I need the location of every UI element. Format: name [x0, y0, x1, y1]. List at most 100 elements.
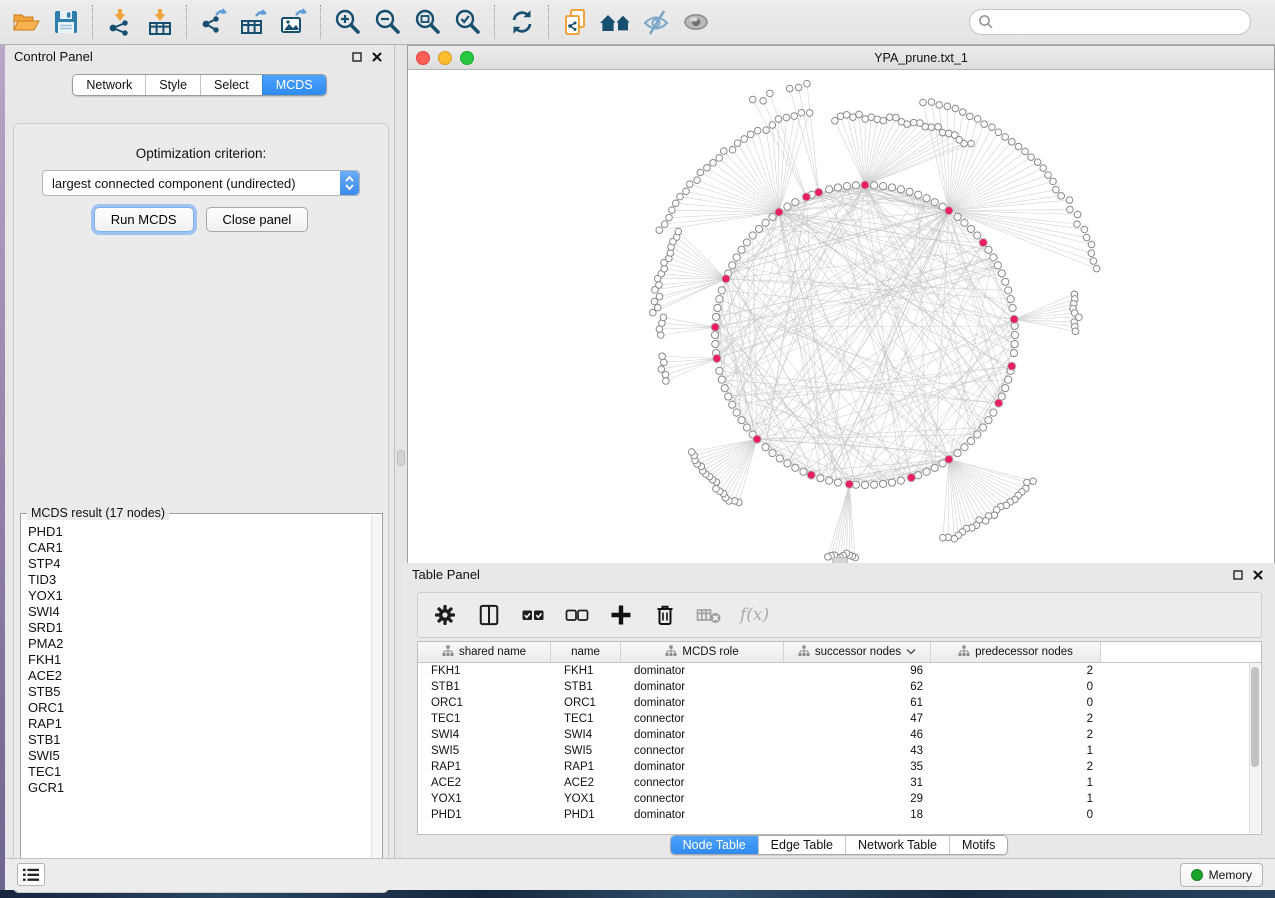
- network-node[interactable]: [694, 177, 701, 184]
- network-node[interactable]: [747, 131, 754, 138]
- export-network-icon[interactable]: [194, 2, 234, 42]
- network-node[interactable]: [1034, 159, 1041, 166]
- network-node[interactable]: [1083, 234, 1090, 241]
- network-node[interactable]: [952, 105, 959, 112]
- delete-table-icon[interactable]: [696, 602, 722, 628]
- network-node[interactable]: [791, 113, 798, 120]
- network-node[interactable]: [967, 113, 974, 120]
- network-node[interactable]: [989, 124, 996, 131]
- network-node[interactable]: [1066, 197, 1073, 204]
- mcds-dominator-node[interactable]: [807, 471, 815, 479]
- network-node[interactable]: [979, 424, 986, 431]
- network-node[interactable]: [1028, 154, 1035, 161]
- network-node[interactable]: [935, 124, 942, 131]
- mcds-dominator-node[interactable]: [995, 399, 1003, 407]
- network-node[interactable]: [1088, 250, 1095, 257]
- mcds-result-item[interactable]: SRD1: [28, 620, 372, 636]
- network-node[interactable]: [741, 136, 748, 143]
- network-node[interactable]: [710, 160, 717, 167]
- network-node[interactable]: [931, 464, 938, 471]
- mcds-dominator-node[interactable]: [945, 455, 953, 463]
- network-node[interactable]: [784, 203, 791, 210]
- network-node[interactable]: [763, 127, 770, 134]
- network-node[interactable]: [1081, 226, 1088, 233]
- table-scrollbar[interactable]: [1249, 663, 1260, 833]
- network-node[interactable]: [804, 80, 811, 87]
- mcds-result-item[interactable]: YOX1: [28, 588, 372, 604]
- table-row[interactable]: ACE2ACE2connector311: [418, 775, 1261, 791]
- network-node[interactable]: [974, 431, 981, 438]
- mcds-result-item[interactable]: TID3: [28, 572, 372, 588]
- network-node[interactable]: [657, 332, 664, 339]
- network-node[interactable]: [1058, 193, 1065, 200]
- network-node[interactable]: [994, 262, 1001, 269]
- network-node[interactable]: [649, 309, 656, 316]
- import-network-icon[interactable]: [100, 2, 140, 42]
- network-node[interactable]: [936, 102, 943, 109]
- function-builder-icon[interactable]: f(x): [740, 605, 769, 625]
- network-node[interactable]: [995, 129, 1002, 136]
- mcds-result-item[interactable]: TEC1: [28, 764, 372, 780]
- network-node[interactable]: [767, 90, 774, 97]
- network-node[interactable]: [776, 455, 783, 462]
- network-node[interactable]: [697, 169, 704, 176]
- zoom-selected-icon[interactable]: [448, 2, 488, 42]
- network-node[interactable]: [721, 385, 728, 392]
- network-node[interactable]: [931, 199, 938, 206]
- mcds-dominator-node[interactable]: [722, 275, 730, 283]
- mcds-dominator-node[interactable]: [861, 181, 869, 189]
- network-node[interactable]: [862, 116, 869, 123]
- mcds-dominator-node[interactable]: [1008, 362, 1016, 370]
- network-node[interactable]: [711, 331, 718, 338]
- mcds-dominator-node[interactable]: [945, 207, 953, 215]
- network-node[interactable]: [762, 444, 769, 451]
- mcds-result-item[interactable]: PHD1: [28, 524, 372, 540]
- network-node[interactable]: [1074, 221, 1081, 228]
- network-node[interactable]: [1010, 349, 1017, 356]
- tab-style[interactable]: Style: [145, 75, 200, 95]
- show-columns-icon[interactable]: [476, 602, 502, 628]
- show-all-icon[interactable]: [676, 2, 716, 42]
- network-node[interactable]: [656, 293, 663, 300]
- network-node[interactable]: [669, 207, 676, 214]
- network-node[interactable]: [974, 232, 981, 239]
- network-node[interactable]: [880, 117, 887, 124]
- mcds-dominator-node[interactable]: [845, 480, 853, 488]
- column-header-shared-name[interactable]: shared name: [418, 642, 551, 662]
- task-history-button[interactable]: [17, 863, 45, 886]
- network-node[interactable]: [749, 232, 756, 239]
- column-header-successor-nodes[interactable]: successor nodes: [784, 642, 931, 662]
- table-options-icon[interactable]: [432, 602, 458, 628]
- network-node[interactable]: [686, 181, 693, 188]
- network-node[interactable]: [923, 468, 930, 475]
- network-node[interactable]: [738, 246, 745, 253]
- network-node[interactable]: [974, 116, 981, 123]
- network-node[interactable]: [1002, 134, 1009, 141]
- network-node[interactable]: [769, 449, 776, 456]
- network-node[interactable]: [733, 409, 740, 416]
- network-node[interactable]: [928, 99, 935, 106]
- table-row[interactable]: ORC1ORC1dominator610: [418, 695, 1261, 711]
- import-table-icon[interactable]: [140, 2, 180, 42]
- table-row[interactable]: FKH1FKH1dominator962: [418, 663, 1261, 679]
- tab-mcds[interactable]: MCDS: [262, 75, 326, 95]
- network-node[interactable]: [1093, 265, 1100, 272]
- network-node[interactable]: [951, 535, 958, 542]
- table-row[interactable]: TEC1TEC1connector472: [418, 711, 1261, 727]
- mcds-result-item[interactable]: SWI4: [28, 604, 372, 620]
- network-node[interactable]: [725, 393, 732, 400]
- network-node[interactable]: [729, 401, 736, 408]
- network-node[interactable]: [879, 480, 886, 487]
- network-node[interactable]: [1008, 139, 1015, 146]
- float-table-panel-icon[interactable]: [1230, 567, 1246, 583]
- run-mcds-button[interactable]: Run MCDS: [94, 207, 194, 232]
- network-node[interactable]: [733, 254, 740, 261]
- network-node[interactable]: [716, 155, 723, 162]
- export-table-icon[interactable]: [234, 2, 274, 42]
- network-node[interactable]: [661, 221, 668, 228]
- mcds-dominator-node[interactable]: [775, 208, 783, 216]
- network-node[interactable]: [738, 417, 745, 424]
- network-node[interactable]: [800, 468, 807, 475]
- duplicate-network-icon[interactable]: [556, 2, 596, 42]
- network-node[interactable]: [915, 191, 922, 198]
